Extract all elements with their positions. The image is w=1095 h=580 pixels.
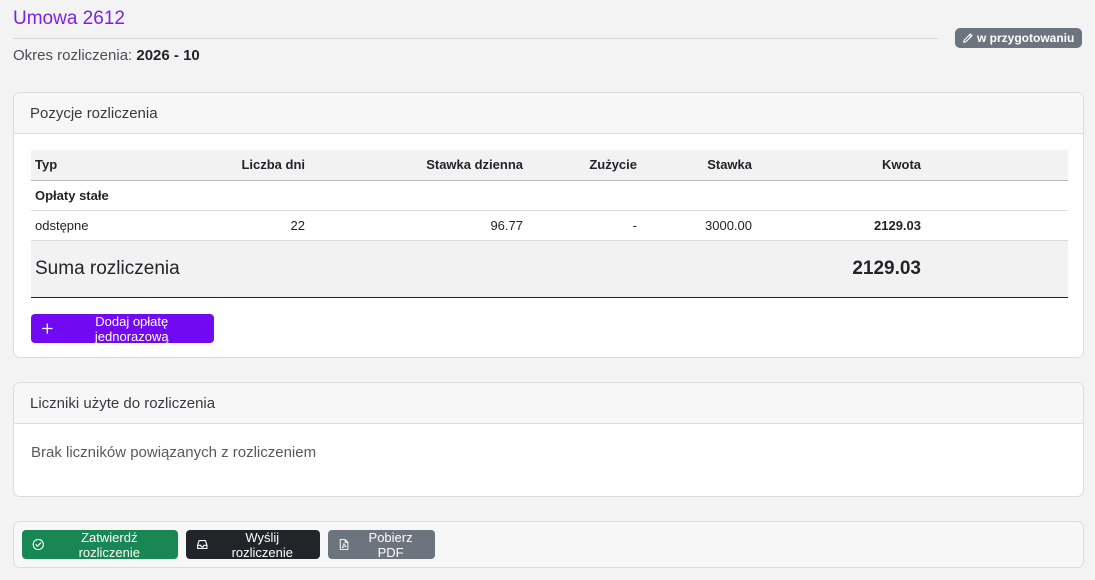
inbox-icon bbox=[197, 540, 208, 549]
column-header-usage: Zużycie bbox=[527, 150, 641, 181]
row-rate: 3000.00 bbox=[705, 217, 752, 233]
positions-table: Typ Liczba dni Stawka dzienna Zużycie St… bbox=[31, 150, 1068, 298]
positions-card-header: Pozycje rozliczenia bbox=[14, 93, 1083, 134]
positions-card: Pozycje rozliczenia Typ Liczba dni Stawk… bbox=[13, 92, 1084, 358]
send-settlement-label: Wyślij rozliczenie bbox=[231, 529, 293, 560]
row-type: odstępne bbox=[35, 217, 89, 233]
actions-card: Zatwierdź rozliczenie Wyślij rozliczenie… bbox=[13, 521, 1084, 568]
group-row: Opłaty stałe bbox=[31, 180, 1068, 210]
sum-value: 2129.03 bbox=[852, 257, 921, 279]
meters-card: Liczniki użyte do rozliczenia Brak liczn… bbox=[13, 382, 1084, 497]
period-value: 2026 - 10 bbox=[136, 47, 200, 64]
meters-card-header: Liczniki użyte do rozliczenia bbox=[14, 383, 1083, 424]
table-row: odstępne 22 96.77 - 3000.00 2129.03 bbox=[31, 210, 1068, 240]
column-header-amount: Kwota bbox=[756, 150, 925, 181]
column-header-daily-rate: Stawka dzienna bbox=[309, 150, 527, 181]
download-pdf-button[interactable]: Pobierz PDF bbox=[328, 529, 435, 560]
contract-title: Umowa 2612 bbox=[13, 8, 125, 29]
approve-settlement-label: Zatwierdź rozliczenie bbox=[78, 529, 140, 560]
file-pdf-icon bbox=[339, 539, 349, 550]
period-label: Okres rozliczenia: bbox=[13, 47, 133, 64]
column-header-type: Typ bbox=[31, 150, 197, 181]
status-badge: w przygotowaniu bbox=[955, 28, 1083, 48]
table-header-row: Typ Liczba dni Stawka dzienna Zużycie St… bbox=[31, 150, 1068, 181]
send-settlement-button[interactable]: Wyślij rozliczenie bbox=[186, 529, 320, 560]
billing-period: Okres rozliczenia: 2026 - 10 bbox=[13, 47, 200, 64]
add-one-time-fee-button[interactable]: Dodaj opłatę jednorazową bbox=[31, 313, 214, 344]
download-pdf-label: Pobierz PDF bbox=[368, 529, 413, 560]
approve-settlement-button[interactable]: Zatwierdź rozliczenie bbox=[22, 529, 178, 560]
status-text: w przygotowaniu bbox=[977, 31, 1075, 45]
check-circle-icon bbox=[32, 538, 44, 551]
pencil-icon bbox=[963, 32, 973, 43]
row-days: 22 bbox=[290, 217, 305, 233]
sum-row: Suma rozliczenia 2129.03 bbox=[31, 240, 1068, 297]
plus-icon bbox=[41, 323, 53, 334]
row-usage: - bbox=[632, 217, 637, 233]
column-header-rate: Stawka bbox=[641, 150, 756, 181]
group-label: Opłaty stałe bbox=[35, 187, 109, 203]
sum-label: Suma rozliczenia bbox=[35, 257, 180, 279]
column-header-spacer bbox=[925, 150, 1068, 181]
add-one-time-fee-label: Dodaj opłatę jednorazową bbox=[94, 313, 169, 344]
meters-empty-text: Brak liczników powiązanych z rozliczenie… bbox=[31, 444, 317, 461]
title-divider bbox=[13, 38, 938, 39]
row-amount: 2129.03 bbox=[874, 217, 921, 233]
row-daily-rate: 96.77 bbox=[490, 217, 523, 233]
column-header-days: Liczba dni bbox=[197, 150, 309, 181]
